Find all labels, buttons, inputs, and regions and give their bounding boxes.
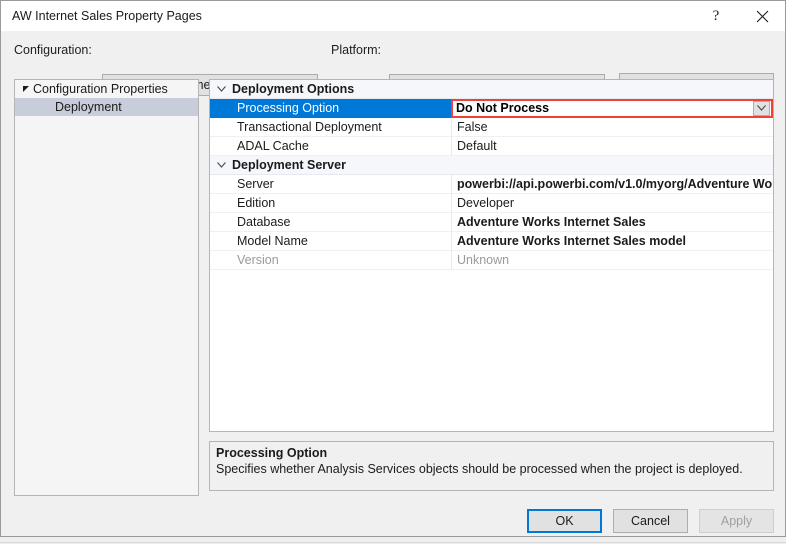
tree-child-label: Deployment (55, 100, 122, 114)
property-category-row[interactable]: Deployment Options (210, 80, 773, 99)
title-bar: AW Internet Sales Property Pages ? (1, 1, 785, 31)
description-body: Specifies whether Analysis Services obje… (216, 462, 743, 476)
property-row[interactable]: Model Name Adventure Works Internet Sales… (210, 231, 773, 251)
cancel-button[interactable]: Cancel (613, 509, 688, 533)
property-pages-dialog: AW Internet Sales Property Pages ? Confi… (0, 0, 786, 537)
property-name: Processing Option (210, 98, 451, 118)
close-icon (756, 10, 769, 23)
property-row[interactable]: Database Adventure Works Internet Sales (210, 212, 773, 232)
property-name: ADAL Cache (237, 139, 309, 153)
property-value: Adventure Works Internet Sales (451, 212, 773, 232)
property-value: Unknown (451, 250, 773, 270)
tree-item-configuration-properties[interactable]: Configuration Properties (15, 80, 198, 98)
chevron-down-icon[interactable] (753, 100, 770, 116)
triangle-expanded-icon[interactable] (19, 85, 33, 93)
property-row[interactable]: Server powerbi://api.powerbi.com/v1.0/myo… (210, 174, 773, 194)
property-row[interactable]: Version Unknown (210, 250, 773, 270)
apply-button: Apply (699, 509, 774, 533)
property-value: powerbi://api.powerbi.com/v1.0/myorg/Adv… (451, 174, 773, 194)
description-title: Processing Option (216, 446, 328, 460)
property-value: Adventure Works Internet Sales model (451, 231, 773, 251)
configuration-label: Configuration: (14, 43, 92, 57)
property-grid[interactable]: Deployment Options Processing Option Do No… (209, 79, 774, 432)
question-mark-icon: ? (712, 7, 720, 24)
configuration-tree[interactable]: Configuration Properties Deployment (14, 79, 199, 496)
tree-item-deployment[interactable]: Deployment (15, 98, 198, 116)
property-row[interactable]: ADAL Cache Default (210, 136, 773, 156)
property-name: Model Name (237, 234, 308, 248)
description-panel: Processing Option Specifies whether Anal… (209, 441, 774, 491)
property-category-row[interactable]: Deployment Server (210, 156, 773, 175)
window-title: AW Internet Sales Property Pages (12, 9, 202, 23)
property-name: Server (237, 177, 274, 191)
property-row[interactable]: Edition Developer (210, 193, 773, 213)
property-row[interactable]: Transactional Deployment False (210, 117, 773, 137)
property-value: Default (451, 136, 773, 156)
property-value-text: Do Not Process (456, 101, 550, 115)
property-name: Version (237, 253, 279, 267)
property-row[interactable]: Processing Option Do Not Process (210, 98, 773, 118)
background-divider (0, 542, 786, 543)
ok-button[interactable]: OK (527, 509, 602, 533)
chevron-down-icon[interactable] (210, 86, 232, 92)
property-category-label: Deployment Server (232, 158, 346, 172)
close-button[interactable] (739, 1, 785, 31)
configuration-bar: Configuration: Active(Development) Platf… (1, 32, 785, 97)
property-name: Database (237, 215, 291, 229)
property-category-label: Deployment Options (232, 82, 355, 96)
property-value: Developer (451, 193, 773, 213)
property-name: Edition (237, 196, 276, 210)
property-value: False (451, 117, 773, 137)
chevron-down-icon[interactable] (210, 162, 232, 168)
background-desktop-strip (0, 537, 786, 544)
property-name: Transactional Deployment (237, 120, 382, 134)
help-button[interactable]: ? (693, 1, 739, 31)
tree-root-label: Configuration Properties (33, 82, 168, 96)
platform-label: Platform: (331, 43, 382, 57)
property-value-combobox[interactable]: Do Not Process (451, 98, 773, 118)
